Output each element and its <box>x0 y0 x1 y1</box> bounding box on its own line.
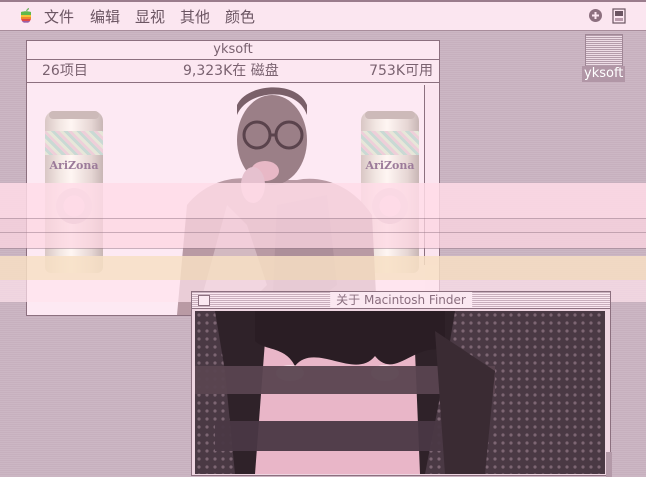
glitch-line <box>0 232 646 233</box>
menu-special[interactable]: 其他 <box>180 6 210 27</box>
about-image <box>195 311 605 474</box>
apple-menu-icon[interactable] <box>18 7 34 24</box>
close-box-icon[interactable] <box>198 295 210 306</box>
about-title-bar[interactable]: 关于 Macintosh Finder <box>192 292 610 309</box>
item-count: 26项目 <box>42 63 88 79</box>
glitch-line <box>0 218 646 219</box>
arizona-logo-art: AriZona <box>49 159 99 172</box>
glitch-line <box>0 248 646 249</box>
menu-bar-top-line <box>0 0 646 2</box>
window-title[interactable]: yksoft <box>27 41 439 60</box>
help-icon[interactable] <box>588 8 603 23</box>
glitch-band <box>0 183 646 218</box>
application-menu-icon[interactable] <box>612 8 626 24</box>
menu-view[interactable]: 显视 <box>135 6 165 27</box>
about-finder-window: 关于 Macintosh Finder <box>191 291 612 477</box>
glitch-band <box>0 256 646 280</box>
menu-edit[interactable]: 编辑 <box>90 6 120 27</box>
disk-usage: 9,323K在 磁盘 <box>183 63 279 79</box>
window-info-bar: 26项目 9,323K在 磁盘 753K可用 <box>27 60 439 83</box>
glitch-band <box>0 218 646 248</box>
disk-label[interactable]: yksoft <box>582 66 626 82</box>
available-space: 753K可用 <box>369 63 433 79</box>
about-scroll-indicator[interactable] <box>606 452 612 477</box>
hard-disk-icon[interactable] <box>585 34 623 68</box>
menu-color[interactable]: 颜色 <box>225 6 255 27</box>
menu-file[interactable]: 文件 <box>44 6 74 27</box>
about-window-title: 关于 Macintosh Finder <box>330 292 472 308</box>
menu-bar: 文件 编辑 显视 其他 颜色 <box>0 0 646 31</box>
anime-girl-image <box>195 311 605 474</box>
